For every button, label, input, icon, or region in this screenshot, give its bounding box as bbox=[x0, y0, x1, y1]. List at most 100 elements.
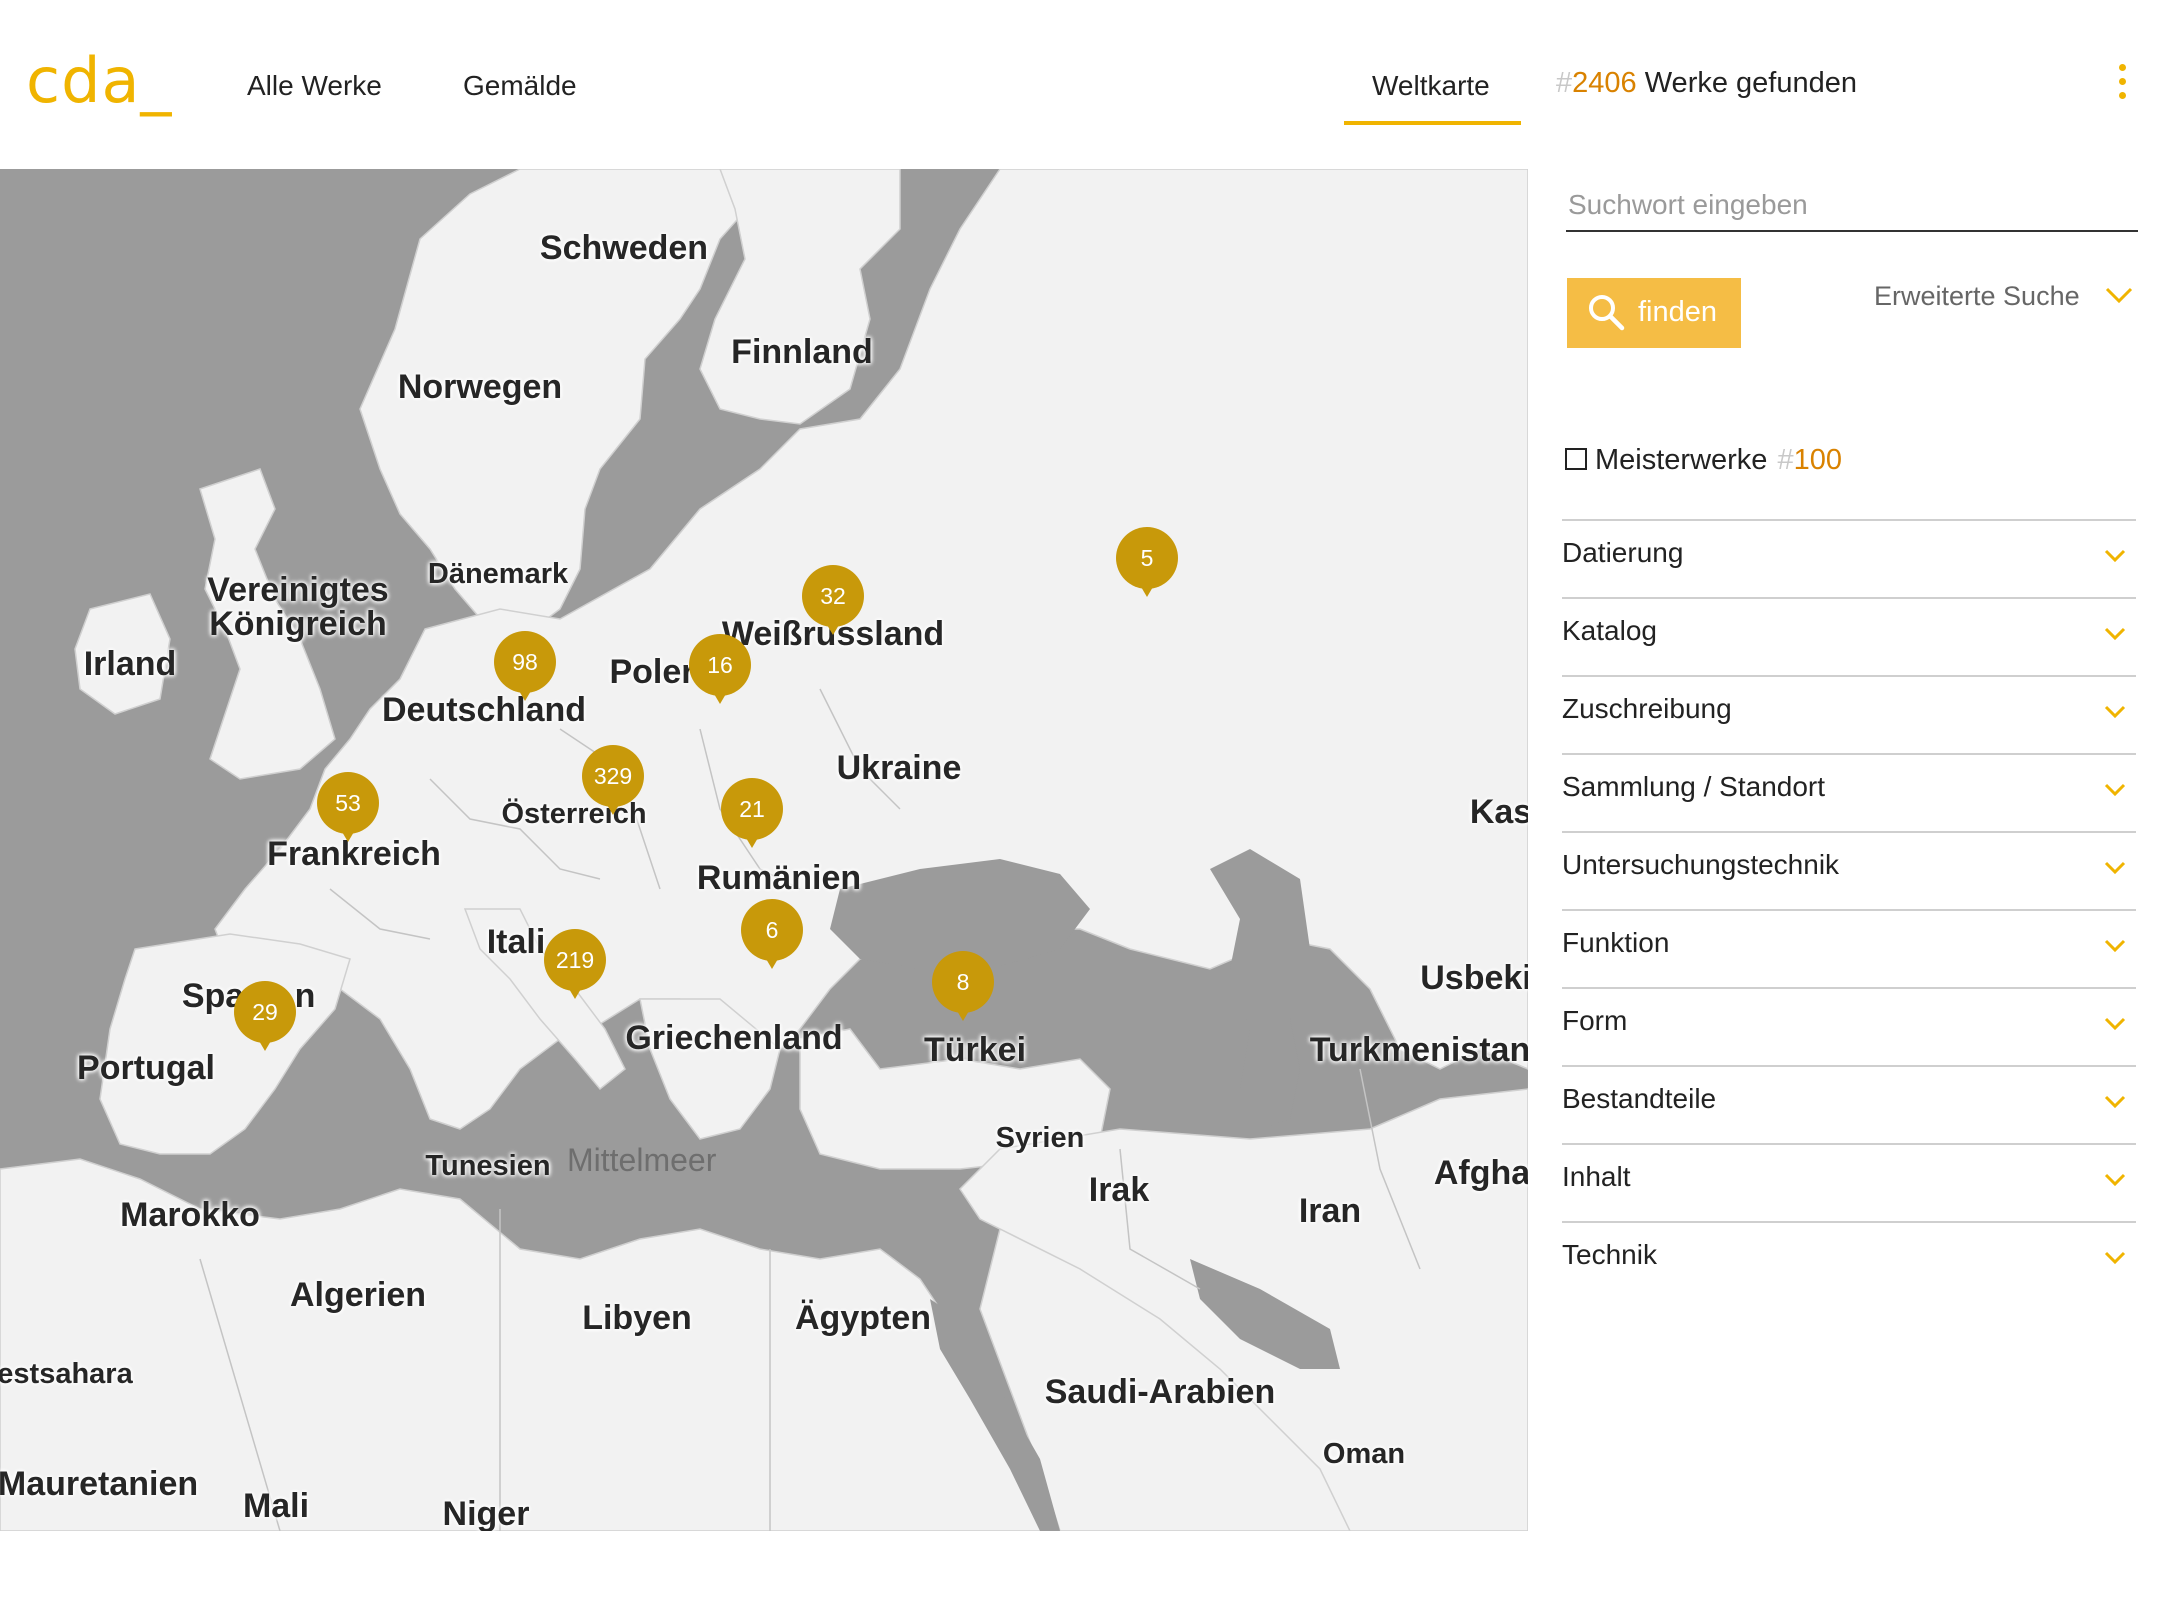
facet-label: Funktion bbox=[1562, 927, 1670, 958]
results-suffix: Werke gefunden bbox=[1636, 67, 1857, 99]
label-afghanistan: Afgha bbox=[1433, 1154, 1528, 1192]
label-italien: Itali bbox=[486, 923, 546, 961]
facet-label: Form bbox=[1562, 1005, 1628, 1036]
label-syrien: Syrien bbox=[995, 1122, 1085, 1154]
masterworks-label: Meisterwerke bbox=[1595, 444, 1768, 476]
label-norwegen: Norwegen bbox=[397, 368, 563, 406]
masterworks-checkbox[interactable]: Meisterwerke #100 bbox=[1565, 444, 1842, 477]
masterworks-hash: # bbox=[1777, 444, 1794, 476]
cluster-marker[interactable]: 98 bbox=[494, 631, 556, 705]
label-saudi-arabien: Saudi-Arabien bbox=[1044, 1373, 1276, 1411]
cluster-count: 219 bbox=[555, 947, 595, 973]
cluster-marker[interactable]: 53 bbox=[317, 772, 379, 846]
chevron-down-icon bbox=[2104, 1251, 2126, 1265]
chevron-down-icon bbox=[2104, 705, 2126, 719]
cluster-marker[interactable]: 16 bbox=[689, 634, 751, 708]
label-usbekistan: Usbeki bbox=[1420, 959, 1528, 997]
chevron-down-icon bbox=[2104, 1017, 2126, 1031]
facet-sammlung-standort[interactable]: Sammlung / Standort bbox=[1562, 753, 2136, 833]
chevron-down-icon bbox=[2104, 783, 2126, 797]
label-portugal: Portugal bbox=[77, 1049, 215, 1087]
chevron-down-icon bbox=[2104, 861, 2126, 875]
cluster-marker[interactable]: 329 bbox=[582, 745, 644, 819]
label-kasachstan: Kas bbox=[1469, 793, 1528, 831]
nav-weltkarte[interactable]: Weltkarte bbox=[1372, 70, 1490, 102]
masterworks-count: 100 bbox=[1793, 444, 1842, 476]
cluster-marker[interactable]: 21 bbox=[721, 778, 783, 852]
cluster-count: 29 bbox=[252, 999, 278, 1025]
label-vereinigtes: Vereinigtes bbox=[207, 571, 389, 609]
cluster-marker[interactable]: 29 bbox=[234, 981, 296, 1055]
facet-funktion[interactable]: Funktion bbox=[1562, 909, 2136, 989]
label-finnland: Finnland bbox=[731, 333, 873, 371]
facet-technik[interactable]: Technik bbox=[1562, 1221, 2136, 1301]
label-polen: Poler bbox=[609, 653, 695, 691]
active-tab-indicator bbox=[1344, 121, 1521, 125]
facet-label: Bestandteile bbox=[1562, 1083, 1717, 1114]
chevron-down-icon bbox=[2104, 1095, 2126, 1109]
label-koenigreich: Königreich bbox=[209, 605, 387, 643]
find-button-label: finden bbox=[1638, 296, 1718, 328]
search-icon bbox=[1589, 295, 1625, 331]
more-menu-icon[interactable] bbox=[2116, 64, 2128, 100]
chevron-down-icon bbox=[2104, 549, 2126, 563]
chevron-down-icon bbox=[2104, 1173, 2126, 1187]
cluster-count: 16 bbox=[707, 652, 733, 678]
label-aegypten: Ägypten bbox=[795, 1299, 931, 1337]
label-irland: Irland bbox=[83, 645, 177, 683]
cluster-marker[interactable]: 6 bbox=[741, 899, 803, 973]
label-ukraine: Ukraine bbox=[836, 749, 962, 787]
label-rumaenien: Rumänien bbox=[696, 859, 862, 897]
cluster-marker[interactable]: 219 bbox=[544, 929, 606, 1003]
chevron-down-icon bbox=[2104, 627, 2126, 641]
facet-zuschreibung[interactable]: Zuschreibung bbox=[1562, 675, 2136, 755]
label-daenemark: Dänemark bbox=[427, 558, 569, 590]
facet-label: Sammlung / Standort bbox=[1562, 771, 1826, 802]
find-button[interactable]: finden bbox=[1567, 278, 1741, 348]
label-oman: Oman bbox=[1322, 1438, 1406, 1470]
label-libyen: Libyen bbox=[582, 1299, 692, 1337]
label-schweden: Schweden bbox=[539, 229, 709, 267]
cda-logo[interactable]: cda_ bbox=[26, 44, 172, 117]
label-irak: Irak bbox=[1088, 1171, 1150, 1209]
label-mauretanien: Mauretanien bbox=[0, 1465, 199, 1503]
cluster-count: 53 bbox=[335, 790, 361, 816]
advanced-search-toggle[interactable]: Erweiterte Suche bbox=[1874, 281, 2080, 312]
facet-label: Untersuchungstechnik bbox=[1562, 849, 1840, 880]
nav-gemaelde[interactable]: Gemälde bbox=[463, 70, 577, 102]
facet-form[interactable]: Form bbox=[1562, 987, 2136, 1067]
label-griechenland: Griechenland bbox=[625, 1019, 843, 1057]
cluster-count: 329 bbox=[593, 763, 633, 789]
nav-alle-werke[interactable]: Alle Werke bbox=[247, 70, 382, 102]
cluster-count: 5 bbox=[1140, 545, 1154, 571]
results-count: #2406 Werke gefunden bbox=[1556, 67, 1857, 100]
cluster-count: 6 bbox=[765, 917, 779, 943]
cluster-marker[interactable]: 8 bbox=[932, 951, 994, 1025]
label-algerien: Algerien bbox=[289, 1276, 427, 1314]
checkbox-icon[interactable] bbox=[1565, 448, 1587, 470]
cluster-marker[interactable]: 32 bbox=[802, 565, 864, 639]
facet-label: Zuschreibung bbox=[1562, 693, 1732, 724]
facet-inhalt[interactable]: Inhalt bbox=[1562, 1143, 2136, 1223]
label-mali: Mali bbox=[242, 1487, 310, 1525]
cluster-marker[interactable]: 5 bbox=[1116, 527, 1178, 601]
cluster-count: 8 bbox=[956, 969, 970, 995]
label-turkmenistan: Turkmenistan bbox=[1309, 1031, 1528, 1069]
facet-label: Datierung bbox=[1562, 537, 1684, 568]
chevron-down-icon[interactable] bbox=[2104, 286, 2134, 304]
label-iran: Iran bbox=[1298, 1192, 1362, 1230]
facet-label: Inhalt bbox=[1562, 1161, 1631, 1192]
facet-label: Technik bbox=[1562, 1239, 1657, 1270]
facet-katalog[interactable]: Katalog bbox=[1562, 597, 2136, 677]
results-number: 2406 bbox=[1572, 67, 1637, 99]
facet-datierung[interactable]: Datierung bbox=[1562, 519, 2136, 599]
search-input[interactable] bbox=[1566, 180, 2138, 232]
cluster-count: 98 bbox=[512, 649, 538, 675]
world-map[interactable]: Schweden Finnland Norwegen Dänemark Vere… bbox=[0, 169, 1528, 1531]
facet-label: Katalog bbox=[1562, 615, 1657, 646]
label-tunesien: Tunesien bbox=[425, 1150, 551, 1182]
facet-untersuchungstechnik[interactable]: Untersuchungstechnik bbox=[1562, 831, 2136, 911]
facet-bestandteile[interactable]: Bestandteile bbox=[1562, 1065, 2136, 1145]
label-tuerkei: Türkei bbox=[923, 1031, 1027, 1069]
chevron-down-icon bbox=[2104, 939, 2126, 953]
